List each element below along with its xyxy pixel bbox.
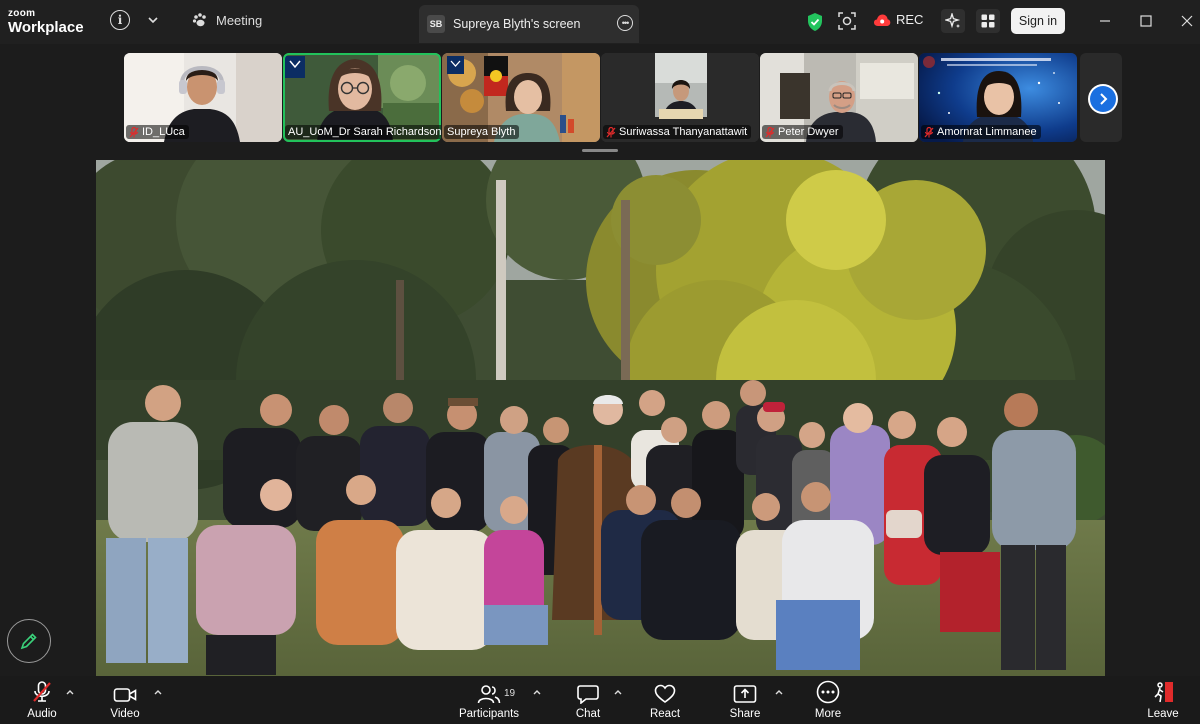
chevron-right-icon <box>1090 86 1116 112</box>
participant-name: AU_UoM_Dr Sarah Richardson <box>288 126 441 138</box>
close-icon[interactable] <box>1180 14 1194 28</box>
leave-door-icon <box>1154 682 1173 703</box>
participant-tile[interactable]: Peter Dwyer <box>760 53 918 142</box>
mic-muted-icon <box>606 126 616 137</box>
meeting-toolbar: Audio Video Participants 19 Chat React S… <box>0 676 1200 724</box>
participants-options-caret-icon[interactable] <box>532 688 542 696</box>
leave-label: Leave <box>1147 708 1179 720</box>
shared-screen <box>96 160 1105 676</box>
meeting-info-icon[interactable]: i <box>110 10 130 30</box>
participant-tile[interactable]: Amornrat Limmanee <box>919 53 1077 142</box>
chat-bubble-icon <box>577 685 599 704</box>
participant-name-tag: Suriwassa Thanyanattawit <box>603 125 752 139</box>
meeting-view-button[interactable]: Meeting <box>192 12 262 28</box>
participant-name-tag: Peter Dwyer <box>762 125 843 139</box>
react-label: React <box>649 708 681 720</box>
microphone-muted-icon <box>33 681 51 702</box>
leave-button[interactable]: Leave <box>1146 676 1180 724</box>
participant-name: Supreya Blyth <box>447 126 516 138</box>
sign-in-button[interactable]: Sign in <box>1011 8 1065 34</box>
video-camera-icon <box>113 688 137 702</box>
share-screen-icon <box>733 685 757 703</box>
participants-count: 19 <box>504 688 516 699</box>
focus-mode-icon[interactable] <box>838 12 856 30</box>
participant-tile[interactable]: Suriwassa Thanyanattawit <box>601 53 759 142</box>
recording-indicator[interactable]: REC <box>873 12 923 27</box>
react-button[interactable]: React <box>645 676 685 724</box>
chat-label: Chat <box>575 708 601 720</box>
participant-tile[interactable]: Supreya Blyth <box>442 53 600 142</box>
participants-button[interactable]: Participants <box>455 676 523 724</box>
apps-grid-icon <box>981 14 995 28</box>
audio-button[interactable]: Audio <box>22 676 62 724</box>
chevron-down-icon[interactable] <box>145 12 161 28</box>
security-shield-icon[interactable] <box>806 12 824 32</box>
next-page-button[interactable] <box>1088 84 1118 114</box>
more-options-icon[interactable]: ••• <box>617 15 633 31</box>
rec-label: REC <box>896 12 924 27</box>
screen-share-tab[interactable]: SB Supreya Blyth's screen ••• <box>419 5 639 43</box>
title-bar: zoom Workplace i Meeting SB Supreya Blyt… <box>0 0 1200 44</box>
cloud-record-icon <box>874 14 891 26</box>
participant-name-tag: AU_UoM_Dr Sarah Richardson <box>285 125 441 139</box>
sparkle-icon <box>945 13 961 29</box>
participant-name-tag: Amornrat Limmanee <box>921 125 1041 139</box>
participants-icon <box>477 685 501 704</box>
share-button[interactable]: Share <box>726 676 764 724</box>
chat-options-caret-icon[interactable] <box>613 688 623 696</box>
participant-name-tag: ID_LUca <box>126 125 189 139</box>
mic-muted-icon <box>924 126 934 137</box>
group-photo <box>96 160 1105 676</box>
participant-name: ID_LUca <box>142 126 185 138</box>
brand-top: zoom <box>8 8 36 19</box>
annotate-pencil-button[interactable] <box>7 619 51 663</box>
zoom-workplace-logo: zoom Workplace <box>8 8 84 36</box>
mic-muted-icon <box>765 126 775 137</box>
video-label: Video <box>110 708 140 720</box>
meeting-label: Meeting <box>216 12 263 28</box>
apps-button[interactable] <box>976 9 1000 33</box>
more-button[interactable]: More <box>810 676 846 724</box>
participant-name: Amornrat Limmanee <box>937 126 1037 138</box>
zoom-meeting-window: zoom Workplace i Meeting SB Supreya Blyt… <box>0 0 1200 724</box>
more-label: More <box>814 708 842 720</box>
video-button[interactable]: Video <box>105 676 145 724</box>
brand-bottom: Workplace <box>8 19 84 36</box>
chat-button[interactable]: Chat <box>570 676 606 724</box>
strip-resize-handle[interactable] <box>582 149 618 152</box>
heart-icon <box>654 684 676 703</box>
audio-label: Audio <box>27 708 57 720</box>
audio-options-caret-icon[interactable] <box>65 688 75 696</box>
ai-companion-button[interactable] <box>941 9 965 33</box>
participant-strip: ID_LUca AU_UoM_Dr Sarah Richardson Supre… <box>124 53 1122 143</box>
share-tab-title: Supreya Blyth's screen <box>453 17 581 31</box>
participant-name: Suriwassa Thanyanattawit <box>619 126 748 138</box>
participants-label: Participants <box>458 708 520 720</box>
pencil-icon <box>20 633 37 650</box>
participant-tile[interactable]: ID_LUca <box>124 53 282 142</box>
share-options-caret-icon[interactable] <box>774 688 784 696</box>
maximize-icon[interactable] <box>1139 14 1153 28</box>
participant-name: Peter Dwyer <box>778 126 839 138</box>
paw-icon <box>192 13 206 27</box>
minimize-icon[interactable] <box>1098 14 1112 28</box>
participant-tile-active-speaker[interactable]: AU_UoM_Dr Sarah Richardson <box>283 53 441 142</box>
participant-name-tag: Supreya Blyth <box>444 125 520 139</box>
presenter-initials: SB <box>427 15 445 33</box>
mic-muted-icon <box>129 126 139 137</box>
share-label: Share <box>729 708 761 720</box>
more-dots-icon <box>816 680 840 704</box>
video-options-caret-icon[interactable] <box>153 688 163 696</box>
